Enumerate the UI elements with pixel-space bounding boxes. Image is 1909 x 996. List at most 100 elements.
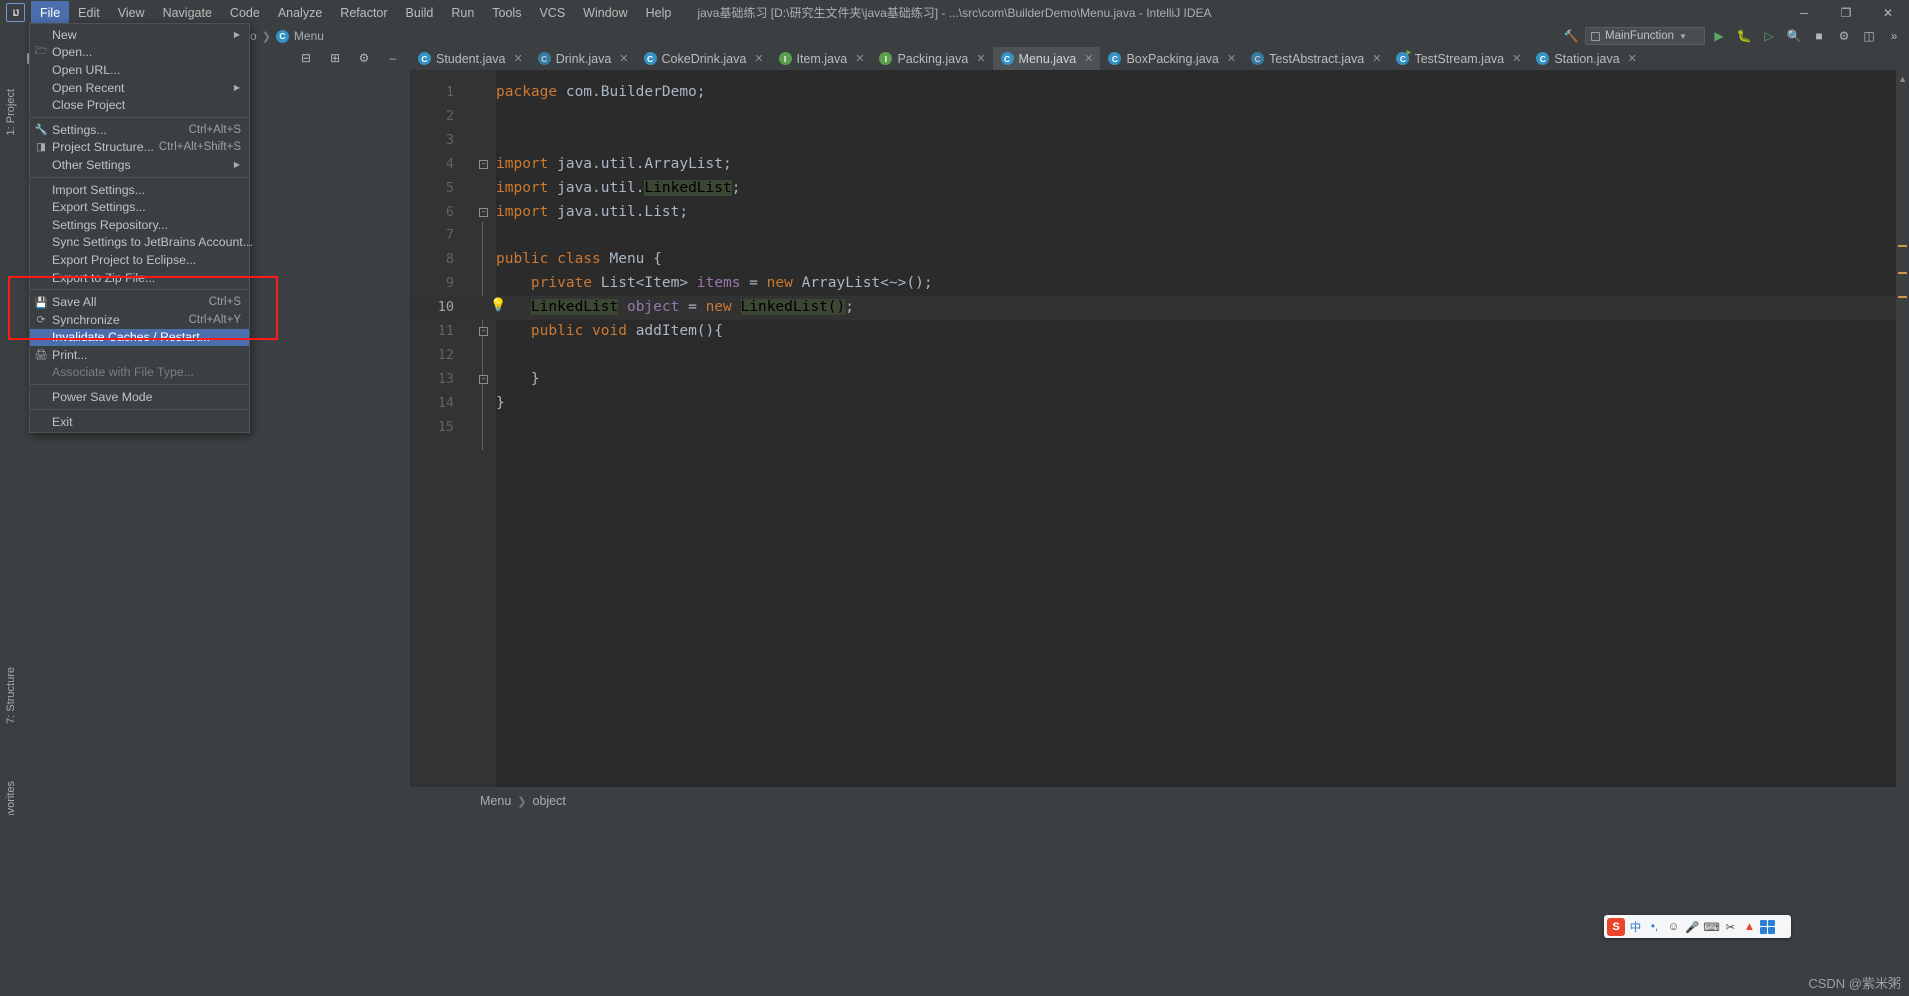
menubar-item-view[interactable]: View (109, 1, 154, 25)
editor-fold-column[interactable] (470, 70, 496, 787)
ime-screenshot-icon[interactable]: ✂ (1722, 917, 1739, 936)
run-configuration-selector[interactable]: MainFunction ▼ (1585, 27, 1705, 45)
menu-item-settings[interactable]: 🔧 Settings... Ctrl+Alt+S (30, 121, 249, 139)
minimize-icon[interactable]: ─ (1783, 0, 1825, 25)
menu-item-export-project-to-eclipse[interactable]: Export Project to Eclipse... (30, 251, 249, 269)
run-icon[interactable]: ▶ (1708, 26, 1730, 46)
menubar-item-run[interactable]: Run (442, 1, 483, 25)
sidebar-item-project[interactable]: 1: Project (0, 47, 21, 177)
menubar-item-navigate[interactable]: Navigate (154, 1, 221, 25)
ime-grid-icon[interactable] (1760, 919, 1775, 934)
hide-panel-icon[interactable]: – (382, 48, 404, 68)
code-fold-marker[interactable]: − (479, 327, 488, 336)
run-with-coverage-icon[interactable]: ▷ (1758, 26, 1780, 46)
annotation-mark[interactable] (1898, 296, 1907, 298)
menu-item-open-url[interactable]: Open URL... (30, 61, 249, 79)
tab-close-icon[interactable]: ✕ (514, 52, 523, 65)
layout-icon[interactable]: ◫ (1858, 26, 1880, 46)
build-hammer-icon[interactable]: 🔨 (1560, 26, 1582, 46)
ime-toolbox-icon[interactable]: ▲ (1741, 917, 1758, 936)
code-line[interactable]: package com.BuilderDemo; (496, 81, 706, 105)
editor-tab-teststream-java[interactable]: C TestStream.java ✕ (1388, 47, 1528, 70)
menubar-item-refactor[interactable]: Refactor (331, 1, 396, 25)
file-menu-popup[interactable]: New ▶ 🗁 Open... Open URL... Open Recent ▶ Close… (29, 23, 253, 434)
code-line[interactable]: public void addItem(){ (496, 320, 723, 344)
menu-item-open[interactable]: 🗁 Open... (30, 44, 249, 62)
menubar-item-vcs[interactable]: VCS (530, 1, 574, 25)
editor-tab-boxpacking-java[interactable]: C BoxPacking.java ✕ (1100, 47, 1243, 70)
menu-item-other-settings[interactable]: Other Settings ▶ (30, 156, 249, 174)
collapse-all-icon[interactable]: ⊟ (295, 48, 317, 68)
menu-item-import-settings[interactable]: Import Settings... (30, 181, 249, 199)
menu-item-power-save-mode[interactable]: Power Save Mode (30, 388, 249, 406)
ime-microphone-icon[interactable]: 🎤 (1684, 917, 1701, 936)
menu-item-export-to-zip-file[interactable]: Export to Zip File... (30, 269, 249, 287)
breadcrumb-segment-class[interactable]: Menu (294, 29, 324, 43)
editor-tab-packing-java[interactable]: I Packing.java ✕ (871, 47, 992, 70)
menubar-item-edit[interactable]: Edit (69, 1, 109, 25)
settings-gear-icon[interactable]: ⚙ (1833, 26, 1855, 46)
menu-item-synchronize[interactable]: ⟳ Synchronize Ctrl+Alt+Y (30, 311, 249, 329)
code-fold-marker[interactable]: − (479, 159, 488, 169)
search-everywhere-icon[interactable]: 🔍 (1783, 26, 1805, 46)
menu-item-settings-repository[interactable]: Settings Repository... (30, 216, 249, 234)
tab-close-icon[interactable]: ✕ (1372, 52, 1381, 65)
code-line[interactable]: public class Menu { (496, 248, 662, 272)
editor-tab-item-java[interactable]: I Item.java ✕ (771, 47, 872, 70)
menu-item-sync-settings-to-jetbrains-account[interactable]: Sync Settings to JetBrains Account... (30, 234, 253, 252)
menu-item-print[interactable]: 🖨 Print... (30, 346, 249, 364)
code-line[interactable]: } (496, 392, 505, 416)
maximize-icon[interactable]: ❐ (1825, 0, 1867, 25)
tab-close-icon[interactable]: ✕ (619, 52, 628, 65)
ime-punctuation-toggle[interactable]: •, (1646, 917, 1663, 936)
code-line[interactable]: import java.util.LinkedList; (496, 177, 740, 201)
menu-item-open-recent[interactable]: Open Recent ▶ (30, 79, 249, 97)
menubar-item-file[interactable]: File (31, 0, 70, 25)
code-fold-marker[interactable]: − (479, 374, 488, 384)
code-line[interactable]: LinkedList object = new LinkedList(); (496, 296, 854, 320)
bottom-breadcrumb-field[interactable]: object (533, 794, 566, 808)
editor-tab-student-java[interactable]: C Student.java ✕ (410, 47, 530, 70)
menubar-item-code[interactable]: Code (221, 1, 269, 25)
code-line[interactable]: import java.util.List; (496, 201, 688, 225)
tab-close-icon[interactable]: ✕ (754, 52, 763, 65)
menu-item-save-all[interactable]: 💾 Save All Ctrl+S (30, 293, 249, 311)
tab-close-icon[interactable]: ✕ (855, 52, 864, 65)
annotation-mark[interactable] (1898, 245, 1907, 247)
menu-item-close-project[interactable]: Close Project (30, 96, 249, 114)
menubar-item-help[interactable]: Help (637, 1, 681, 25)
debug-icon[interactable]: 🐛 (1733, 26, 1755, 46)
editor-tab-bar[interactable]: C Student.java ✕ C Drink.java ✕ C CokeDrink.jav… (410, 47, 1909, 70)
code-line[interactable]: } (496, 368, 540, 392)
breadcrumb-segment-package[interactable]: o (250, 29, 257, 43)
editor-tab-station-java[interactable]: C Station.java ✕ (1528, 47, 1644, 70)
editor-tab-drink-java[interactable]: C Drink.java ✕ (530, 47, 636, 70)
editor-tab-menu-java[interactable]: C Menu.java ✕ (992, 47, 1101, 70)
menubar-item-tools[interactable]: Tools (483, 1, 530, 25)
ime-emoji-icon[interactable]: ☺ (1665, 917, 1682, 936)
bottom-breadcrumb-class[interactable]: Menu (480, 794, 511, 808)
sogou-ime-logo-icon[interactable]: S (1607, 917, 1625, 936)
menu-item-new[interactable]: New ▶ (30, 26, 249, 44)
tab-close-icon[interactable]: ✕ (976, 52, 985, 65)
menubar-item-window[interactable]: Window (574, 1, 636, 25)
ime-keyboard-icon[interactable]: ⌨ (1703, 917, 1720, 936)
code-text-area[interactable]: 1 package com.BuilderDemo; 2 3 4 import java.… (410, 70, 1909, 787)
menubar-item-build[interactable]: Build (397, 1, 443, 25)
tab-close-icon[interactable]: ✕ (1512, 52, 1521, 65)
sidebar-item-favorites[interactable]: 2: Favorites (0, 755, 21, 865)
expand-all-icon[interactable]: ⊞ (324, 48, 346, 68)
tab-close-icon[interactable]: ✕ (1227, 52, 1236, 65)
code-line[interactable]: import java.util.ArrayList; (496, 153, 732, 177)
menu-item-exit[interactable]: Exit (30, 413, 249, 431)
tab-close-icon[interactable]: ✕ (1084, 52, 1093, 65)
stop-icon[interactable]: ■ (1808, 26, 1830, 46)
close-icon[interactable]: ✕ (1867, 0, 1909, 25)
sidebar-item-structure[interactable]: 7: Structure (0, 640, 21, 750)
intention-bulb-icon[interactable]: 💡 (490, 298, 506, 313)
editor-tab-testabstract-java[interactable]: C TestAbstract.java ✕ (1243, 47, 1388, 70)
more-chevron-icon[interactable]: » (1883, 26, 1905, 46)
code-editor[interactable]: 1 package com.BuilderDemo; 2 3 4 import java.… (410, 70, 1909, 787)
menu-item-invalidate-caches-restart[interactable]: Invalidate Caches / Restart... (30, 328, 249, 347)
editor-annotation-scrollbar[interactable]: ▲ (1896, 70, 1909, 787)
